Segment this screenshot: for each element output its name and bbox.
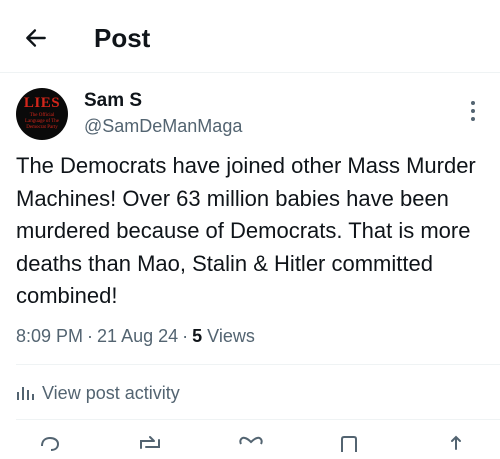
post-meta: 8:09 PM · 21 Aug 24 · 5 Views bbox=[16, 324, 255, 348]
like-icon bbox=[239, 436, 263, 445]
post-text: The Democrats have joined other Mass Mur… bbox=[16, 153, 476, 308]
arrow-left-icon bbox=[26, 29, 46, 47]
reply-icon bbox=[41, 436, 60, 451]
view-post-activity-link[interactable]: View post activity bbox=[16, 380, 180, 406]
divider bbox=[16, 419, 500, 420]
views-count: 5 bbox=[192, 326, 203, 346]
avatar-logo-subtext: The Official Language of The Democrat Pa… bbox=[24, 113, 60, 130]
more-options-button[interactable] bbox=[462, 96, 484, 126]
repost-icon bbox=[140, 436, 160, 449]
like-button[interactable] bbox=[238, 434, 263, 454]
post-date[interactable]: 21 Aug 24 bbox=[97, 326, 178, 346]
meta-separator: · bbox=[87, 326, 94, 346]
avatar-logo-text: LIES bbox=[23, 95, 61, 111]
top-bar: Post bbox=[0, 0, 500, 73]
reply-button[interactable] bbox=[38, 434, 62, 454]
back-button[interactable] bbox=[20, 22, 52, 54]
meta-separator: · bbox=[182, 326, 189, 346]
action-bar bbox=[0, 434, 500, 454]
view-post-activity-label: View post activity bbox=[42, 382, 180, 403]
avatar[interactable]: LIES The Official Language of The Democr… bbox=[16, 88, 68, 140]
post-time[interactable]: 8:09 PM bbox=[16, 326, 83, 346]
author-display-name[interactable]: Sam S bbox=[84, 90, 142, 112]
bookmark-button[interactable] bbox=[338, 434, 362, 454]
author-handle[interactable]: @SamDeManMaga bbox=[84, 115, 242, 137]
bookmark-icon bbox=[341, 436, 357, 452]
divider bbox=[16, 364, 500, 365]
bar-chart-icon bbox=[17, 387, 34, 400]
page-title: Post bbox=[94, 23, 151, 53]
more-vertical-icon bbox=[471, 101, 475, 121]
share-button[interactable] bbox=[446, 434, 470, 454]
share-icon bbox=[451, 435, 461, 450]
repost-button[interactable] bbox=[136, 434, 160, 454]
views-label: Views bbox=[207, 326, 255, 346]
